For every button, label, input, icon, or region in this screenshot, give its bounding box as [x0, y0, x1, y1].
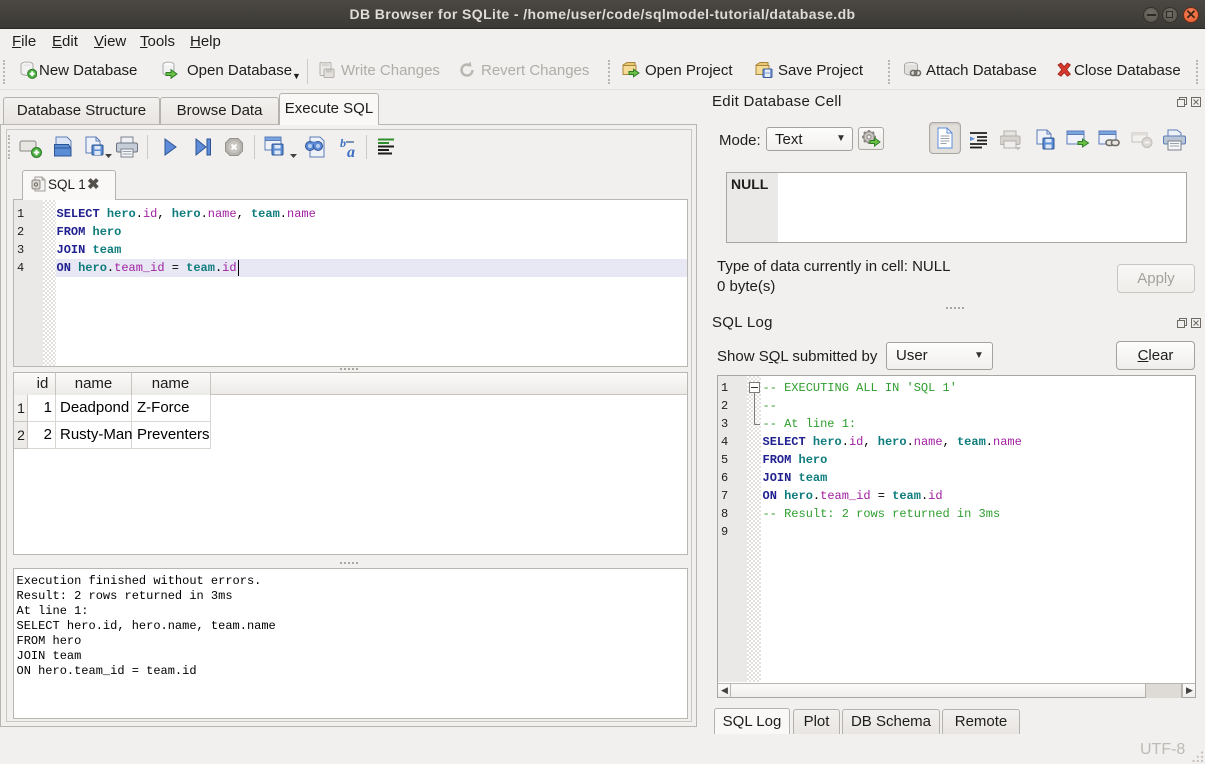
svg-text:b: b	[340, 136, 346, 150]
svg-text:a: a	[347, 144, 355, 160]
